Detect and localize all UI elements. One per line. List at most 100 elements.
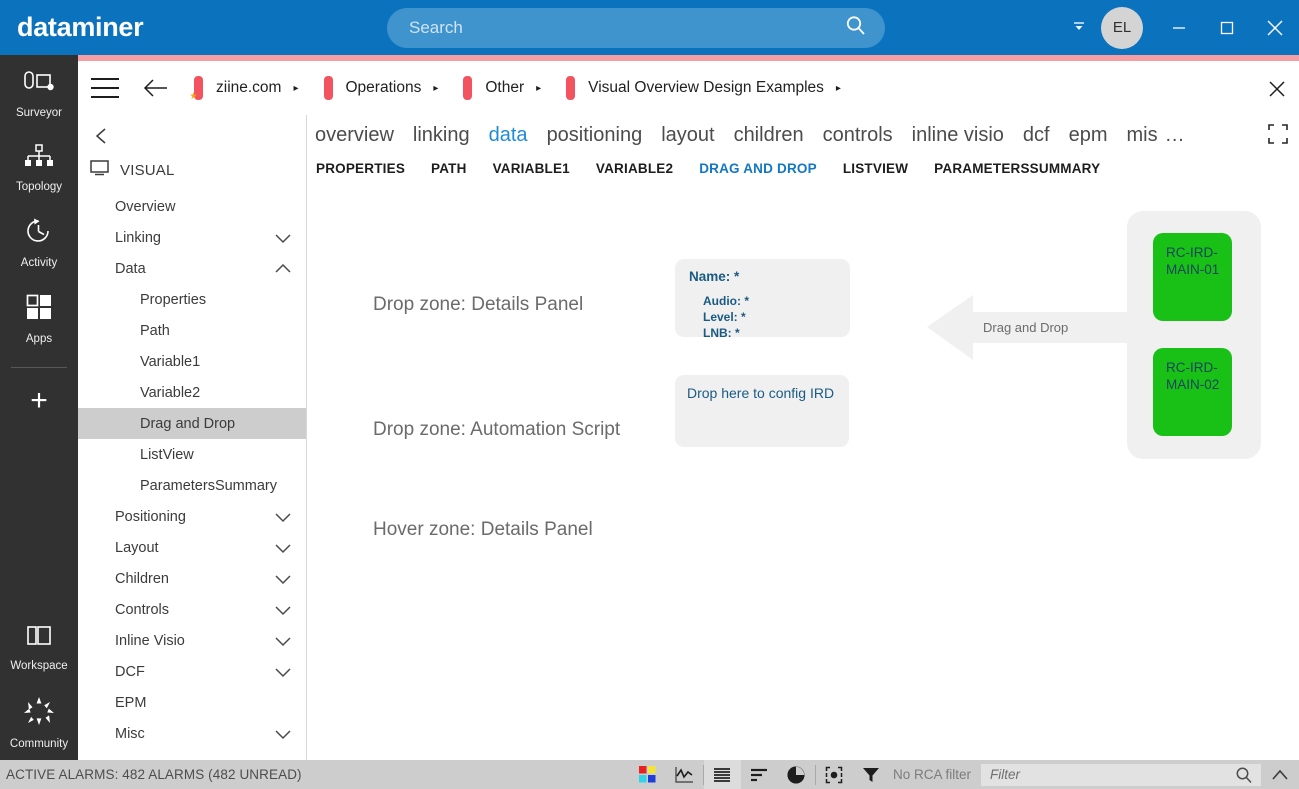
tree-node-drag-and-drop[interactable]: Drag and Drop <box>78 408 306 439</box>
breadcrumb-label[interactable]: Visual Overview Design Examples <box>588 79 824 97</box>
breadcrumb-item-2[interactable]: Other ▸ <box>438 76 541 100</box>
tab-overview[interactable]: overview <box>315 124 394 147</box>
tree-node-dcf[interactable]: DCF <box>78 656 306 687</box>
hover-zone-details-label: Hover zone: Details Panel <box>373 519 593 540</box>
chevron-down-icon[interactable] <box>274 232 292 244</box>
tree-node-layout[interactable]: Layout <box>78 532 306 563</box>
tab-mis[interactable]: mis <box>1127 124 1158 147</box>
subtab-variable2[interactable]: VARIABLE2 <box>596 161 673 176</box>
tree-node-variable1[interactable]: Variable1 <box>78 346 306 377</box>
maximize-button[interactable] <box>1203 0 1251 55</box>
filter-input[interactable]: Filter <box>981 763 1261 789</box>
list-view-icon[interactable] <box>703 760 741 789</box>
funnel-icon[interactable] <box>853 760 890 789</box>
chevron-down-icon[interactable] <box>274 728 292 740</box>
sidebar-item-community[interactable]: Community <box>0 682 78 760</box>
tree-node-variable2[interactable]: Variable2 <box>78 377 306 408</box>
workspace-icon <box>23 624 55 653</box>
chevron-down-icon[interactable] <box>274 573 292 585</box>
tree-node-overview[interactable]: Overview <box>78 191 306 222</box>
app-logo: dataminer <box>17 12 144 42</box>
rca-filter-text[interactable]: No RCA filter <box>893 767 971 782</box>
add-button[interactable]: + <box>30 372 48 416</box>
drop-zone-automation-label: Drop zone: Automation Script <box>373 419 621 440</box>
minimize-button[interactable] <box>1155 0 1203 55</box>
tab-controls[interactable]: controls <box>823 124 893 147</box>
subtab-path[interactable]: PATH <box>431 161 467 176</box>
tab-bar: overview linking data positioning layout chil… <box>315 115 1299 155</box>
filter-placeholder[interactable]: Filter <box>990 767 1020 782</box>
subtab-drag-and-drop[interactable]: DRAG AND DROP <box>699 161 817 176</box>
tree-node-parameterssummary[interactable]: ParametersSummary <box>78 470 306 501</box>
tree-node-children[interactable]: Children <box>78 563 306 594</box>
details-panel-dropzone[interactable]: Name: * Audio: * Level: * LNB: * <box>675 259 850 340</box>
element-box-rc-ird-main-01[interactable]: RC-IRD-MAIN-01 <box>1153 233 1232 321</box>
tree-node-listview[interactable]: ListView <box>78 439 306 470</box>
close-icon[interactable] <box>1267 79 1287 104</box>
chevron-down-icon[interactable] <box>274 542 292 554</box>
chevron-right-icon[interactable]: ▸ <box>836 83 841 94</box>
tree-root[interactable]: VISUAL <box>78 156 306 191</box>
tab-epm[interactable]: epm <box>1069 124 1108 147</box>
tab-inline-visio[interactable]: inline visio <box>912 124 1004 147</box>
sidebar-item-apps[interactable]: Apps <box>0 279 78 355</box>
tab-positioning[interactable]: positioning <box>547 124 643 147</box>
hamburger-icon[interactable] <box>91 78 121 98</box>
subtab-properties[interactable]: PROPERTIES <box>316 161 405 176</box>
avatar[interactable]: EL <box>1101 6 1143 49</box>
tree-node-epm[interactable]: EPM <box>78 687 306 718</box>
tab-overflow-ellipsis[interactable]: … <box>1165 124 1186 147</box>
tree-node-positioning[interactable]: Positioning <box>78 501 306 532</box>
tab-linking[interactable]: linking <box>413 124 470 147</box>
breadcrumb-label[interactable]: Operations <box>346 79 422 97</box>
breadcrumb-item-0[interactable]: ziine.com ▸ <box>169 76 299 100</box>
sidebar-item-workspace[interactable]: Workspace <box>0 610 78 682</box>
chevron-down-icon[interactable] <box>274 635 292 647</box>
sidebar-item-activity[interactable]: Activity <box>0 203 78 279</box>
tab-children[interactable]: children <box>734 124 804 147</box>
chevron-down-icon[interactable] <box>1071 18 1087 37</box>
global-search[interactable]: Search <box>387 7 885 48</box>
breadcrumb-item-3[interactable]: Visual Overview Design Examples ▸ <box>541 76 841 100</box>
focus-target-icon[interactable] <box>816 760 853 789</box>
chevron-left-icon[interactable] <box>78 115 306 156</box>
active-alarms-text[interactable]: ACTIVE ALARMS: 482 ALARMS (482 UNREAD) <box>6 767 629 782</box>
chevron-up-icon[interactable] <box>1261 760 1299 789</box>
breadcrumb-item-1[interactable]: Operations ▸ <box>299 76 438 100</box>
chevron-down-icon[interactable] <box>274 666 292 678</box>
alarm-tiles-icon[interactable] <box>629 760 666 789</box>
pie-chart-icon[interactable] <box>778 760 815 789</box>
subtab-listview[interactable]: LISTVIEW <box>843 161 908 176</box>
sidebar-item-surveyor[interactable]: Surveyor <box>0 55 78 129</box>
subtab-variable1[interactable]: VARIABLE1 <box>493 161 570 176</box>
search-icon[interactable] <box>845 14 867 41</box>
tree-node-label: Linking <box>115 229 161 246</box>
bar-chart-icon[interactable] <box>741 760 778 789</box>
subtab-parameterssummary[interactable]: PARAMETERSSUMMARY <box>934 161 1100 176</box>
page-body: ziine.com ▸ Operations ▸ Other ▸ Visual … <box>78 55 1299 760</box>
breadcrumb-label[interactable]: ziine.com <box>216 79 281 97</box>
automation-script-dropzone[interactable]: Drop here to config IRD <box>675 375 849 447</box>
chevron-up-icon[interactable] <box>274 263 292 275</box>
tab-layout[interactable]: layout <box>661 124 714 147</box>
tree-node-linking[interactable]: Linking <box>78 222 306 253</box>
tree-node-path[interactable]: Path <box>78 315 306 346</box>
tree-node-misc[interactable]: Misc <box>78 718 306 749</box>
magnifier-icon[interactable] <box>1235 766 1253 789</box>
tree-node-data[interactable]: Data <box>78 253 306 284</box>
element-box-rc-ird-main-02[interactable]: RC-IRD-MAIN-02 <box>1153 348 1232 436</box>
chevron-down-icon[interactable] <box>274 604 292 616</box>
tree-node-properties[interactable]: Properties <box>78 284 306 315</box>
tab-dcf[interactable]: dcf <box>1023 124 1050 147</box>
search-input[interactable]: Search <box>409 18 463 38</box>
tree-node-inline-visio[interactable]: Inline Visio <box>78 625 306 656</box>
tab-data[interactable]: data <box>489 124 528 147</box>
sidebar-item-topology[interactable]: Topology <box>0 129 78 203</box>
tree-node-controls[interactable]: Controls <box>78 594 306 625</box>
breadcrumb-label[interactable]: Other <box>485 79 524 97</box>
arrow-left-icon[interactable] <box>143 78 169 98</box>
trend-chart-icon[interactable] <box>666 760 703 789</box>
chevron-down-icon[interactable] <box>274 511 292 523</box>
fullscreen-icon[interactable] <box>1267 123 1289 150</box>
close-button[interactable] <box>1251 0 1299 55</box>
